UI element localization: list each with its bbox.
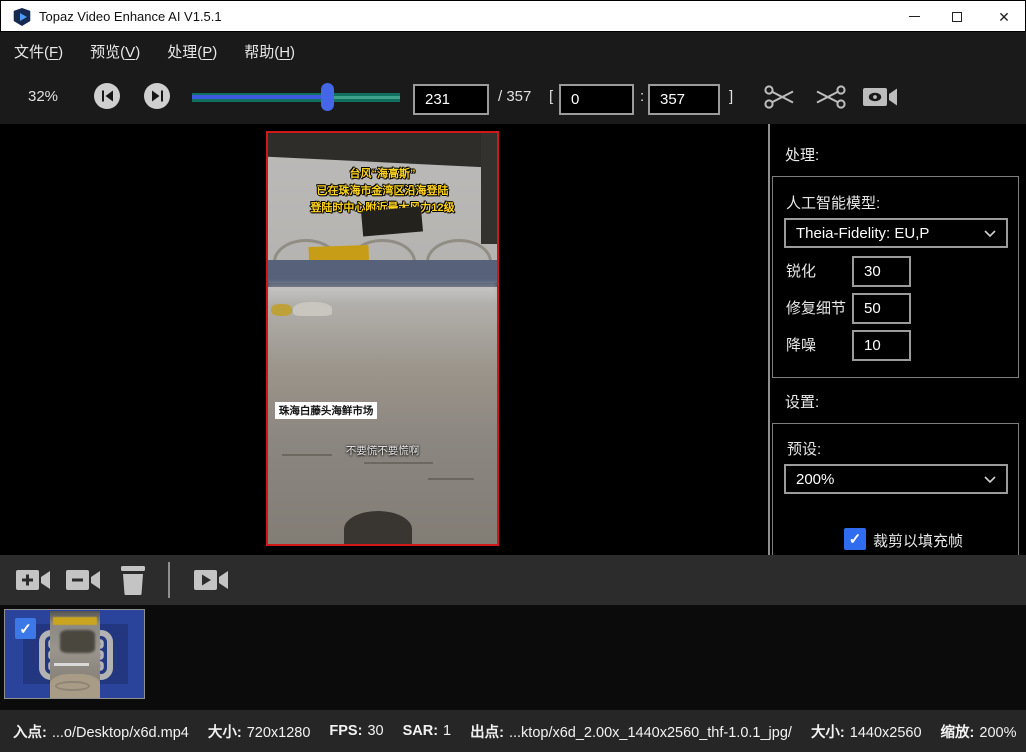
status-input-path: 入点:...o/Desktop/x6d.mp4 (13, 721, 189, 742)
video-preview-frame: 台风“海高斯” 已在珠海市金湾区沿海登陆 登陆时中心附近最大风力12级 珠海白藤… (266, 131, 499, 546)
thumbnail-checkbox[interactable]: ✓ (15, 618, 36, 639)
menu-file[interactable]: 文件(F) (14, 41, 63, 62)
clip-toolbar (0, 555, 1026, 605)
total-frames-label: / 357 (498, 70, 531, 124)
restore-detail-label: 修复细节 (786, 293, 846, 324)
settings-section-header: 设置: (785, 391, 819, 412)
menu-help[interactable]: 帮助(H) (244, 41, 295, 62)
minimize-icon (909, 16, 920, 17)
preview-bridge (268, 234, 497, 263)
range-start-input[interactable] (559, 84, 634, 115)
scissors-right-icon (814, 84, 846, 110)
check-icon: ✓ (19, 620, 32, 638)
preset-dropdown[interactable]: 200% (784, 464, 1008, 494)
range-bracket-open: [ (549, 70, 553, 124)
chevron-down-icon (984, 230, 996, 237)
restore-detail-input[interactable] (852, 293, 911, 324)
thumbnail-image (50, 611, 100, 698)
video-thumbnail-tile[interactable]: ✓ (4, 609, 145, 699)
close-button[interactable]: ✕ (987, 1, 1021, 32)
zoom-percent-label: 32% (28, 70, 58, 124)
range-end-input[interactable] (648, 84, 720, 115)
camera-eye-icon (862, 85, 898, 109)
crop-to-fill-checkbox[interactable]: ✓ (844, 528, 866, 550)
trim-in-button[interactable] (763, 82, 797, 112)
preset-value: 200% (796, 471, 984, 488)
status-sar: SAR:1 (403, 723, 452, 739)
menu-preview[interactable]: 预览(V) (90, 41, 140, 62)
preview-flooded-vehicle (271, 304, 292, 316)
slider-handle[interactable] (321, 83, 334, 111)
remove-video-button[interactable] (64, 566, 102, 594)
app-window: Topaz Video Enhance AI V1.5.1 ✕ 文件(F) 预览… (0, 0, 1026, 752)
slider-progress (192, 95, 327, 99)
skip-to-end-button[interactable] (144, 83, 170, 109)
menu-process[interactable]: 处理(P) (167, 41, 217, 62)
maximize-icon (952, 12, 962, 22)
panel-divider (768, 124, 770, 555)
window-title: Topaz Video Enhance AI V1.5.1 (39, 1, 222, 33)
range-separator: : (640, 70, 644, 124)
status-fps: FPS:30 (329, 723, 383, 739)
trim-out-button[interactable] (813, 82, 847, 112)
process-video-button[interactable] (192, 566, 230, 594)
delete-button[interactable] (116, 564, 150, 596)
timeline-slider[interactable] (192, 89, 400, 105)
maximize-button[interactable] (940, 1, 974, 32)
preview-flooded-car (293, 302, 332, 317)
skip-to-start-button[interactable] (94, 83, 120, 109)
preview-camera-button[interactable] (861, 82, 899, 112)
preset-label: 预设: (787, 438, 821, 459)
app-logo-icon (13, 8, 31, 26)
camera-play-icon (193, 567, 229, 593)
minimize-button[interactable] (897, 1, 931, 32)
process-groupbox: 人工智能模型: Theia-Fidelity: EU,P 锐化 修复细节 降噪 (772, 176, 1019, 378)
status-output-size: 大小:1440x2560 (811, 721, 922, 742)
sharpen-label: 锐化 (786, 256, 816, 287)
chevron-down-icon (984, 476, 996, 483)
ai-model-dropdown[interactable]: Theia-Fidelity: EU,P (784, 218, 1008, 248)
range-bracket-close: ] (729, 70, 733, 124)
denoise-input[interactable] (852, 330, 911, 361)
scissors-left-icon (764, 84, 796, 110)
preview-debris (344, 511, 413, 546)
add-video-button[interactable] (14, 566, 52, 594)
preview-hanging-sign (361, 206, 422, 236)
status-output-path: 出点:...ktop/x6d_2.00x_1440x2560_thf-1.0.1… (470, 721, 792, 742)
crop-to-fill-label: 裁剪以填充帧 (873, 530, 963, 551)
playback-toolbar: 32% / 357 [ : ] (0, 70, 1026, 124)
main-area: 台风“海高斯” 已在珠海市金湾区沿海登陆 登陆时中心附近最大风力12级 珠海白藤… (0, 124, 1026, 555)
preview-overpass-shape (268, 133, 497, 168)
thumbnail-strip: ✓ (0, 605, 1026, 710)
settings-groupbox: 预设: 200% ✓ 裁剪以填充帧 (772, 423, 1019, 555)
process-section-header: 处理: (785, 144, 819, 165)
menu-bar: 文件(F) 预览(V) 处理(P) 帮助(H) (0, 32, 1026, 70)
check-icon: ✓ (849, 530, 862, 548)
preview-spray (268, 283, 497, 304)
camera-plus-icon (15, 567, 51, 593)
denoise-label: 降噪 (786, 330, 816, 361)
ai-model-value: Theia-Fidelity: EU,P (796, 225, 984, 242)
camera-minus-icon (65, 567, 101, 593)
skip-to-start-icon (101, 90, 114, 102)
status-input-size: 大小:720x1280 (208, 721, 311, 742)
toolbar-divider (168, 562, 170, 598)
title-bar: Topaz Video Enhance AI V1.5.1 ✕ (0, 0, 1026, 32)
preview-location-label: 珠海白藤头海鲜市场 (275, 402, 378, 419)
status-bar: 入点:...o/Desktop/x6d.mp4 大小:720x1280 FPS:… (0, 710, 1026, 752)
trash-icon (119, 565, 147, 595)
status-scale: 缩放:200% (941, 721, 1017, 742)
sharpen-input[interactable] (852, 256, 911, 287)
preview-caption: 不要慌不要慌啊 (268, 443, 497, 458)
skip-to-end-icon (151, 90, 164, 102)
current-frame-input[interactable] (413, 84, 489, 115)
close-icon: ✕ (998, 10, 1010, 24)
ai-model-label: 人工智能模型: (786, 192, 880, 213)
